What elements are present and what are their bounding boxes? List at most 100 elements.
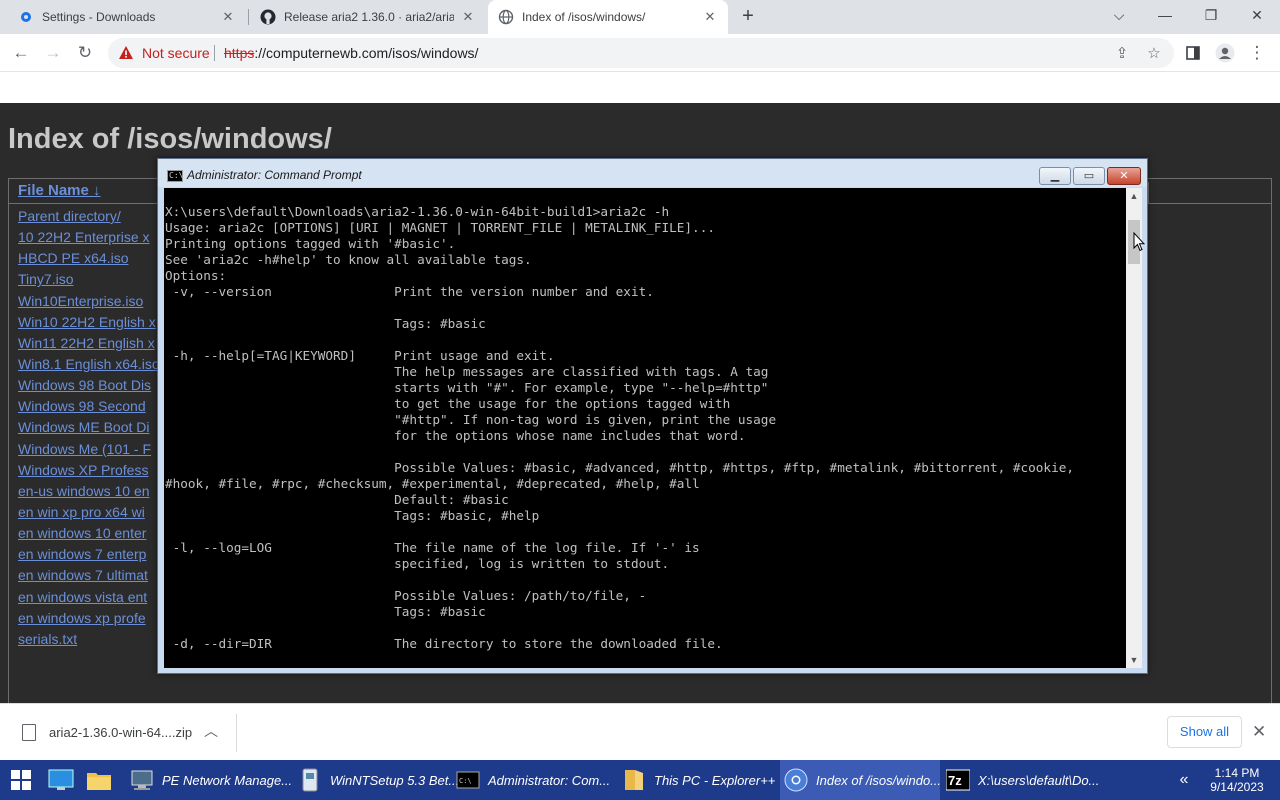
- menu-kebab-icon[interactable]: ⋮: [1244, 40, 1270, 66]
- file-link[interactable]: Windows XP Profess: [18, 460, 168, 481]
- column-header-file-name[interactable]: File Name ↓: [18, 182, 101, 199]
- desktop-quicklaunch-button[interactable]: [46, 760, 76, 800]
- address-separator: [214, 45, 215, 61]
- svg-text:C:\: C:\: [459, 777, 472, 785]
- file-link[interactable]: Win11 22H2 English x: [18, 333, 168, 354]
- taskbar-item-label: X:\users\default\Do...: [978, 772, 1100, 788]
- cmd-minimize-button[interactable]: ▁: [1039, 167, 1071, 185]
- tab-separator: [248, 9, 249, 25]
- file-link[interactable]: Win8.1 English x64.iso: [18, 354, 168, 375]
- forward-button[interactable]: →: [40, 40, 66, 66]
- close-icon[interactable]: ✕: [220, 9, 236, 25]
- cmd-icon: C:\: [456, 771, 480, 789]
- file-link[interactable]: Parent directory/: [18, 206, 168, 227]
- profile-avatar-icon[interactable]: [1212, 40, 1238, 66]
- 7zip-icon: 7z: [946, 769, 970, 791]
- tab-search-chevron-icon[interactable]: ⌵: [1096, 0, 1142, 30]
- folder-icon: [87, 773, 111, 790]
- file-link[interactable]: serials.txt: [18, 629, 168, 650]
- taskbar-clock[interactable]: 1:14 PM 9/14/2023: [1202, 766, 1272, 794]
- cmd-maximize-button[interactable]: ▭: [1073, 167, 1105, 185]
- new-tab-button[interactable]: +: [736, 5, 760, 29]
- file-link[interactable]: Tiny7.iso: [18, 269, 168, 290]
- restore-window-button[interactable]: ❐: [1188, 0, 1234, 30]
- share-icon[interactable]: ⇪: [1111, 43, 1133, 65]
- not-secure-label[interactable]: Not secure: [142, 45, 210, 61]
- screen: Settings - Downloads ✕ Release aria2 1.3…: [0, 0, 1280, 800]
- cmd-scrollbar[interactable]: ▲ ▼: [1126, 188, 1142, 668]
- file-link[interactable]: Windows 98 Boot Dis: [18, 375, 168, 396]
- file-link[interactable]: Windows 98 Second: [18, 396, 168, 417]
- chevron-up-icon[interactable]: ︿: [204, 721, 218, 741]
- tray-expand-chevron-icon[interactable]: «: [1174, 760, 1194, 800]
- tab-index-isos-windows[interactable]: Index of /isos/windows/ ✕: [488, 0, 728, 34]
- back-button[interactable]: ←: [8, 40, 34, 66]
- command-prompt-window: C:\ Administrator: Command Prompt ▁ ▭ ✕ …: [157, 158, 1148, 674]
- warning-icon: [119, 46, 133, 59]
- close-icon[interactable]: ✕: [702, 9, 718, 25]
- file-link[interactable]: HBCD PE x64.iso: [18, 248, 168, 269]
- close-icon[interactable]: ✕: [1252, 722, 1266, 742]
- tab-settings-downloads[interactable]: Settings - Downloads ✕: [8, 0, 246, 34]
- close-icon[interactable]: ✕: [460, 9, 476, 25]
- file-link[interactable]: en-us windows 10 en: [18, 481, 168, 502]
- svg-text:7z: 7z: [948, 773, 962, 788]
- cmd-title-bar[interactable]: C:\ Administrator: Command Prompt ▁ ▭ ✕: [158, 159, 1147, 187]
- column-header-separator: [1148, 182, 1272, 204]
- tab-label: Settings - Downloads: [42, 10, 156, 24]
- globe-icon: [498, 9, 514, 25]
- scroll-down-arrow-icon[interactable]: ▼: [1126, 652, 1142, 668]
- folder-icon: [625, 770, 643, 790]
- taskbar: PE Network Manage... WinNTSetup 5.3 Bet.…: [0, 760, 1280, 800]
- monitor-icon: [48, 769, 74, 790]
- explorer-quicklaunch-button[interactable]: [84, 760, 114, 800]
- file-link[interactable]: Win10Enterprise.iso: [18, 291, 168, 312]
- github-icon: [260, 9, 276, 25]
- cmd-close-button[interactable]: ✕: [1107, 167, 1141, 185]
- start-button[interactable]: [6, 760, 36, 800]
- file-link[interactable]: 10 22H2 Enterprise x: [18, 227, 168, 248]
- taskbar-item-label: Administrator: Com...: [488, 772, 611, 788]
- file-link[interactable]: en windows vista ent: [18, 587, 168, 608]
- side-panel-icon[interactable]: [1180, 40, 1206, 66]
- cmd-icon: C:\: [167, 170, 184, 182]
- cmd-window-title: Administrator: Command Prompt: [187, 168, 362, 182]
- taskbar-item-label: Index of /isos/windo...: [816, 772, 942, 788]
- address-bar[interactable]: Not secure https://computernewb.com/isos…: [108, 38, 1174, 68]
- file-link[interactable]: en windows 7 ultimat: [18, 565, 168, 586]
- file-link[interactable]: en windows xp profe: [18, 608, 168, 629]
- bookmark-star-icon[interactable]: ☆: [1143, 43, 1165, 65]
- clock-date: 9/14/2023: [1210, 780, 1264, 794]
- winntsetup-icon: [302, 768, 318, 792]
- browser-tab-strip: Settings - Downloads ✕ Release aria2 1.3…: [0, 0, 1280, 34]
- download-file-name[interactable]: aria2-1.36.0-win-64....zip: [49, 725, 192, 740]
- taskbar-item-explorer-plus-plus[interactable]: This PC - Explorer++: [622, 760, 776, 800]
- file-link[interactable]: Win10 22H2 English x: [18, 312, 168, 333]
- taskbar-item-chrome[interactable]: Index of /isos/windo...: [780, 760, 942, 800]
- gear-icon: [18, 9, 34, 25]
- taskbar-item-label: This PC - Explorer++: [654, 772, 776, 788]
- show-all-button[interactable]: Show all: [1167, 716, 1242, 748]
- reload-button[interactable]: ↻: [72, 40, 98, 66]
- clock-time: 1:14 PM: [1214, 766, 1260, 780]
- cmd-console[interactable]: X:\users\default\Downloads\aria2-1.36.0-…: [164, 188, 1126, 668]
- file-link[interactable]: en win xp pro x64 wi: [18, 502, 168, 523]
- page-title: Index of /isos/windows/: [8, 123, 332, 155]
- browser-toolbar: ← → ↻ Not secure https://computernewb.co…: [0, 34, 1280, 72]
- file-link[interactable]: Windows ME Boot Di: [18, 417, 168, 438]
- taskbar-item-label: WinNTSetup 5.3 Bet...: [330, 772, 460, 788]
- taskbar-item-command-prompt[interactable]: C:\ Administrator: Com...: [456, 760, 614, 800]
- tab-label: Index of /isos/windows/: [522, 10, 646, 24]
- taskbar-item-pe-network-manager[interactable]: PE Network Manage...: [130, 760, 292, 800]
- minimize-window-button[interactable]: —: [1142, 0, 1188, 30]
- file-link[interactable]: en windows 7 enterp: [18, 544, 168, 565]
- taskbar-item-7zip[interactable]: 7z X:\users\default\Do...: [946, 760, 1106, 800]
- tab-release-aria2[interactable]: Release aria2 1.36.0 · aria2/aria2 · ✕: [250, 0, 486, 34]
- scroll-up-arrow-icon[interactable]: ▲: [1126, 188, 1142, 204]
- close-window-button[interactable]: ✕: [1234, 0, 1280, 30]
- taskbar-item-winntsetup[interactable]: WinNTSetup 5.3 Bet...: [298, 760, 459, 800]
- file-link[interactable]: Windows Me (101 - F: [18, 439, 168, 460]
- file-link[interactable]: en windows 10 enter: [18, 523, 168, 544]
- url-text[interactable]: https://computernewb.com/isos/windows/: [224, 45, 478, 61]
- file-icon: [22, 724, 36, 741]
